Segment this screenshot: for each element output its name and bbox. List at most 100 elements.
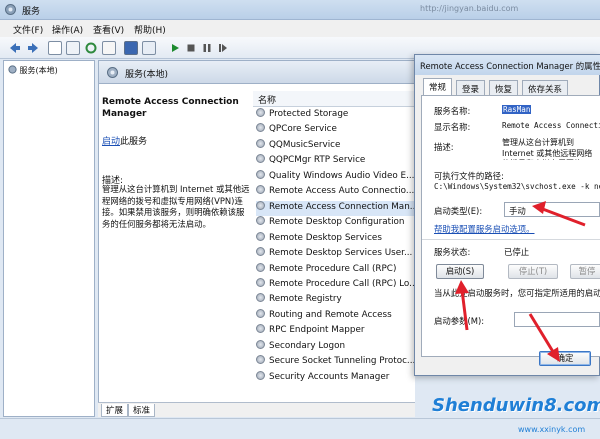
pause-button[interactable]: 暂停 [570,264,600,279]
service-list-row[interactable]: QQMusicService [256,138,414,154]
startup-type-select[interactable]: 手动 [504,202,600,217]
column-header-name[interactable]: 名称 [253,91,415,107]
service-list-row[interactable]: Routing and Remote Access [256,308,414,324]
service-list-row[interactable]: Secure Socket Tunneling Protoc... [256,355,414,370]
service-list-label: Quality Windows Audio Video E... [269,170,414,181]
service-list-row[interactable]: QPCore Service [256,123,414,138]
dialog-divider [422,239,600,240]
start-params-input[interactable] [514,312,600,327]
service-status-label: 服务状态: [434,247,471,257]
description-text: 管理从这台计算机到 Internet 或其他远程网络的拨号和虚拟专用网络(VPN… [102,184,250,229]
service-gear-icon [256,169,265,179]
service-gear-icon [256,370,265,380]
export-list-icon[interactable] [102,41,116,55]
dialog-general-panel: 服务名称: RasMan 显示名称: Remote Access Connect… [421,95,600,357]
service-list-row[interactable]: Protected Storage [256,108,414,123]
dialog-tab-recovery[interactable]: 恢复 [489,80,519,95]
tab-extended[interactable]: 扩展 [101,404,129,417]
services-gear-icon [5,4,16,15]
service-list-row[interactable]: Quality Windows Audio Video E... [256,169,414,185]
params-hint: 当从此处启动服务时，您可指定所适用的启动参数。 [434,288,600,298]
service-list-label: QQPCMgr RTP Service [269,155,366,166]
service-list-label: Remote Access Auto Connectio... [269,186,414,197]
column-header-label: 名称 [258,96,277,106]
service-list-label: Protected Storage [269,109,349,119]
window-titlebar: 服务 http://jingyan.baidu.com [0,0,600,20]
service-list-row[interactable]: Remote Procedure Call (RPC) [256,262,414,278]
display-name-label: 显示名称: [434,122,471,132]
service-gear-icon [256,138,265,148]
service-list-label: Remote Desktop Services User... [269,248,413,259]
service-list-row[interactable]: Security Accounts Manager [256,370,414,386]
service-gear-icon [256,355,265,365]
startup-help-link[interactable]: 帮助我配置服务启动选项。 [434,223,535,235]
show-hide-icon[interactable] [142,41,156,55]
selected-service-name: Remote Access Connection Manager [102,97,239,119]
logo-subtext: www.xxinyk.com [518,425,586,434]
service-gear-icon [256,231,265,241]
tree-item-services-local[interactable]: 服务(本地) [8,65,58,76]
service-list-row[interactable]: Remote Access Auto Connectio... [256,185,414,200]
properties-icon[interactable] [66,41,80,55]
pane-header: 服务(本地) [98,60,415,84]
console-tree-icon[interactable] [48,41,62,55]
pane-header-title: 服务(本地) [125,70,169,80]
service-list-label: QQMusicService [269,139,341,150]
start-params-label: 启动参数(M): [434,316,485,326]
service-list-row[interactable]: QQPCMgr RTP Service [256,154,414,169]
back-arrow-icon[interactable] [8,41,22,55]
service-list-row[interactable]: Remote Desktop Services [256,231,414,247]
service-list-label: Secondary Logon [269,340,346,351]
service-list-label: RPC Endpoint Mapper [269,325,365,336]
menu-action[interactable]: 操作(A) [52,23,83,36]
dialog-tab-general[interactable]: 常规 [423,78,453,96]
services-icon [8,65,17,74]
service-gear-icon [256,339,265,349]
service-gear-icon [256,293,265,303]
service-gear-icon [256,154,265,164]
menu-view[interactable]: 查看(V) [93,23,124,36]
service-gear-icon [256,324,265,334]
restart-icon[interactable] [216,41,230,55]
ok-button[interactable]: 确定 [539,351,591,366]
display-name-value: Remote Access Connection [502,121,600,130]
site-logo: Shenduwin8.com www.xxinyk.com [418,385,600,439]
dialog-tab-dependencies[interactable]: 依存关系 [522,80,569,95]
stop-icon[interactable] [184,41,198,55]
menu-file[interactable]: 文件(F) [13,23,43,36]
menu-help[interactable]: 帮助(H) [134,23,166,36]
service-list-label: Remote Desktop Configuration [269,217,405,228]
tab-standard[interactable]: 标准 [128,404,156,417]
refresh-icon[interactable] [84,41,98,55]
service-list-label: Remote Procedure Call (RPC) [269,263,397,274]
service-gear-icon [256,200,265,210]
dialog-titlebar: Remote Access Connection Manager 的属性 [415,55,600,75]
dialog-tab-logon[interactable]: 登录 [456,80,486,95]
play-icon[interactable] [168,41,182,55]
service-name-value[interactable]: RasMan [502,105,532,114]
menu-bar: 文件(F) 操作(A) 查看(V) 帮助(H) [0,20,600,37]
service-status-value: 已停止 [504,247,530,257]
service-list-row[interactable]: Remote Desktop Configuration [256,216,414,231]
help-icon[interactable] [124,41,138,55]
service-list-row[interactable]: Remote Registry [256,293,414,308]
service-list-row[interactable]: Secondary Logon [256,339,414,355]
stop-button[interactable]: 停止(T) [508,264,558,279]
service-list-row[interactable]: RPC Endpoint Mapper [256,324,414,339]
start-service-link[interactable]: 启动 [102,137,120,147]
pause-icon[interactable] [200,41,214,55]
service-gear-icon [256,277,265,287]
logo-text: Shenduwin8.com [432,395,600,416]
service-list-row[interactable]: Remote Procedure Call (RPC) Lo... [256,277,414,293]
service-list-label: Remote Desktop Services [269,232,382,243]
service-list-label: Remote Registry [269,294,342,305]
forward-arrow-icon[interactable] [26,41,40,55]
start-button[interactable]: 启动(S) [436,264,484,279]
service-list-label: Secure Socket Tunneling Protoc... [269,356,414,367]
service-name-label: 服务名称: [434,106,471,116]
dialog-desc-label: 描述: [434,142,454,152]
service-list-row[interactable]: Remote Desktop Services User... [256,247,414,262]
service-list-row[interactable]: Remote Access Connection Man... [256,200,414,217]
service-gear-icon [256,108,265,117]
startup-type-value: 手动 [509,206,526,216]
